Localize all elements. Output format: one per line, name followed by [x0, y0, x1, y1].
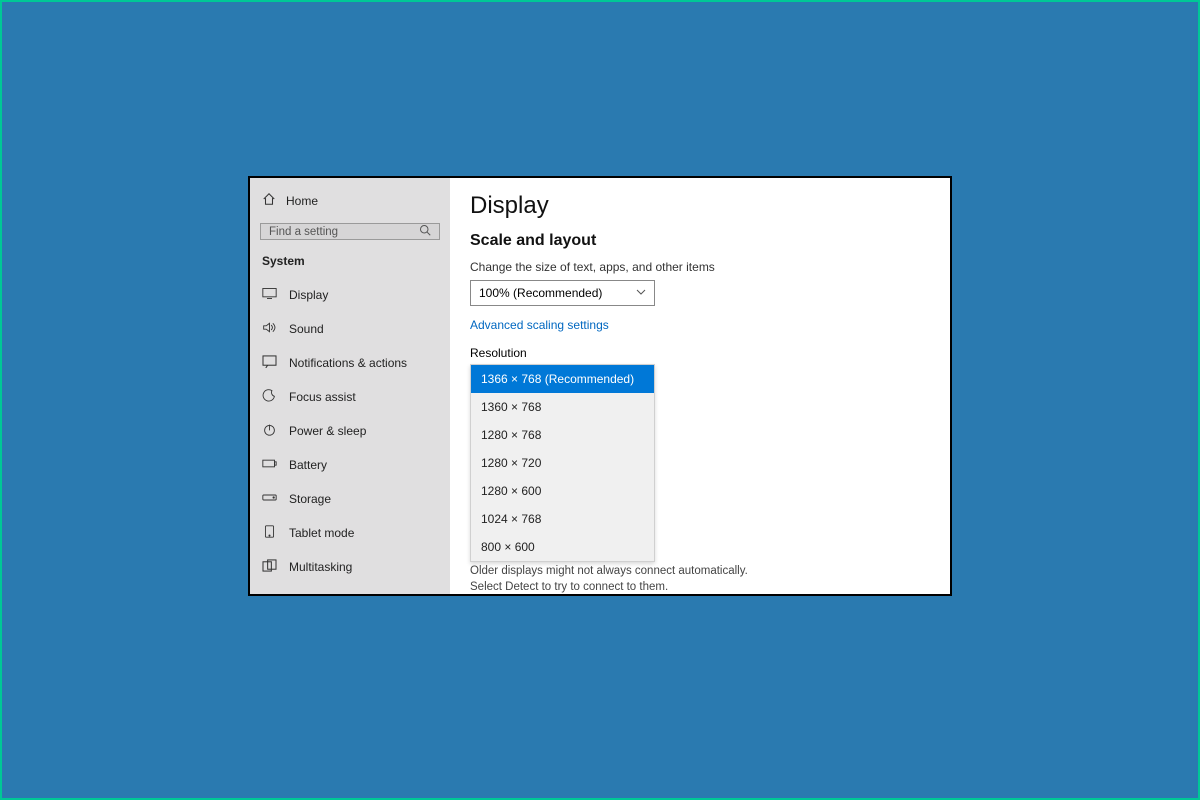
resolution-option[interactable]: 800 × 600 [471, 533, 654, 561]
sidebar: Home Find a setting System Display Sound… [250, 178, 450, 594]
sidebar-item-tablet-mode[interactable]: Tablet mode [250, 516, 450, 550]
resolution-option[interactable]: 1280 × 768 [471, 421, 654, 449]
search-input[interactable]: Find a setting [260, 223, 440, 240]
power-icon [262, 423, 277, 439]
sidebar-category: System [250, 252, 450, 278]
detect-hint: Older displays might not always connect … [470, 564, 770, 594]
storage-icon [262, 491, 277, 507]
notifications-icon [262, 355, 277, 371]
sidebar-item-label: Storage [289, 492, 331, 506]
sidebar-item-label: Battery [289, 458, 327, 472]
main-content: Display Scale and layout Change the size… [450, 178, 950, 594]
resolution-option[interactable]: 1360 × 768 [471, 393, 654, 421]
sidebar-item-sound[interactable]: Sound [250, 312, 450, 346]
page-title: Display [470, 192, 930, 220]
scale-dropdown[interactable]: 100% (Recommended) [470, 280, 655, 306]
home-label: Home [286, 194, 318, 208]
resolution-label: Resolution [470, 346, 930, 360]
sidebar-item-label: Focus assist [289, 390, 356, 404]
sidebar-item-battery[interactable]: Battery [250, 448, 450, 482]
search-placeholder: Find a setting [269, 226, 338, 238]
sidebar-item-label: Notifications & actions [289, 356, 407, 370]
multitasking-icon [262, 559, 277, 575]
section-heading: Scale and layout [470, 232, 930, 250]
sound-icon [262, 321, 277, 337]
sidebar-item-display[interactable]: Display [250, 278, 450, 312]
sidebar-item-label: Sound [289, 322, 324, 336]
sidebar-item-label: Multitasking [289, 560, 352, 574]
sidebar-item-notifications[interactable]: Notifications & actions [250, 346, 450, 380]
projecting-icon [262, 593, 277, 596]
scale-label: Change the size of text, apps, and other… [470, 260, 930, 274]
search-icon [419, 224, 431, 239]
chevron-down-icon [636, 286, 646, 300]
settings-window: Home Find a setting System Display Sound… [248, 176, 952, 596]
display-icon [262, 287, 277, 303]
battery-icon [262, 457, 277, 473]
advanced-scaling-link[interactable]: Advanced scaling settings [470, 318, 609, 332]
sidebar-item-label: Projecting to this PC [289, 594, 398, 596]
resolution-option[interactable]: 1280 × 720 [471, 449, 654, 477]
resolution-option[interactable]: 1280 × 600 [471, 477, 654, 505]
tablet-icon [262, 525, 277, 541]
sidebar-item-storage[interactable]: Storage [250, 482, 450, 516]
resolution-dropdown-expanded[interactable]: 1366 × 768 (Recommended) 1360 × 768 1280… [470, 364, 655, 562]
sidebar-item-label: Power & sleep [289, 424, 366, 438]
sidebar-item-label: Tablet mode [289, 526, 354, 540]
home-link[interactable]: Home [250, 186, 450, 215]
scale-value: 100% (Recommended) [479, 286, 602, 300]
sidebar-item-projecting[interactable]: Projecting to this PC [250, 584, 450, 596]
sidebar-item-focus-assist[interactable]: Focus assist [250, 380, 450, 414]
sidebar-item-label: Display [289, 288, 328, 302]
resolution-option[interactable]: 1366 × 768 (Recommended) [471, 365, 654, 393]
sidebar-item-multitasking[interactable]: Multitasking [250, 550, 450, 584]
sidebar-item-power-sleep[interactable]: Power & sleep [250, 414, 450, 448]
resolution-option[interactable]: 1024 × 768 [471, 505, 654, 533]
home-icon [262, 192, 276, 209]
focus-icon [262, 389, 277, 405]
